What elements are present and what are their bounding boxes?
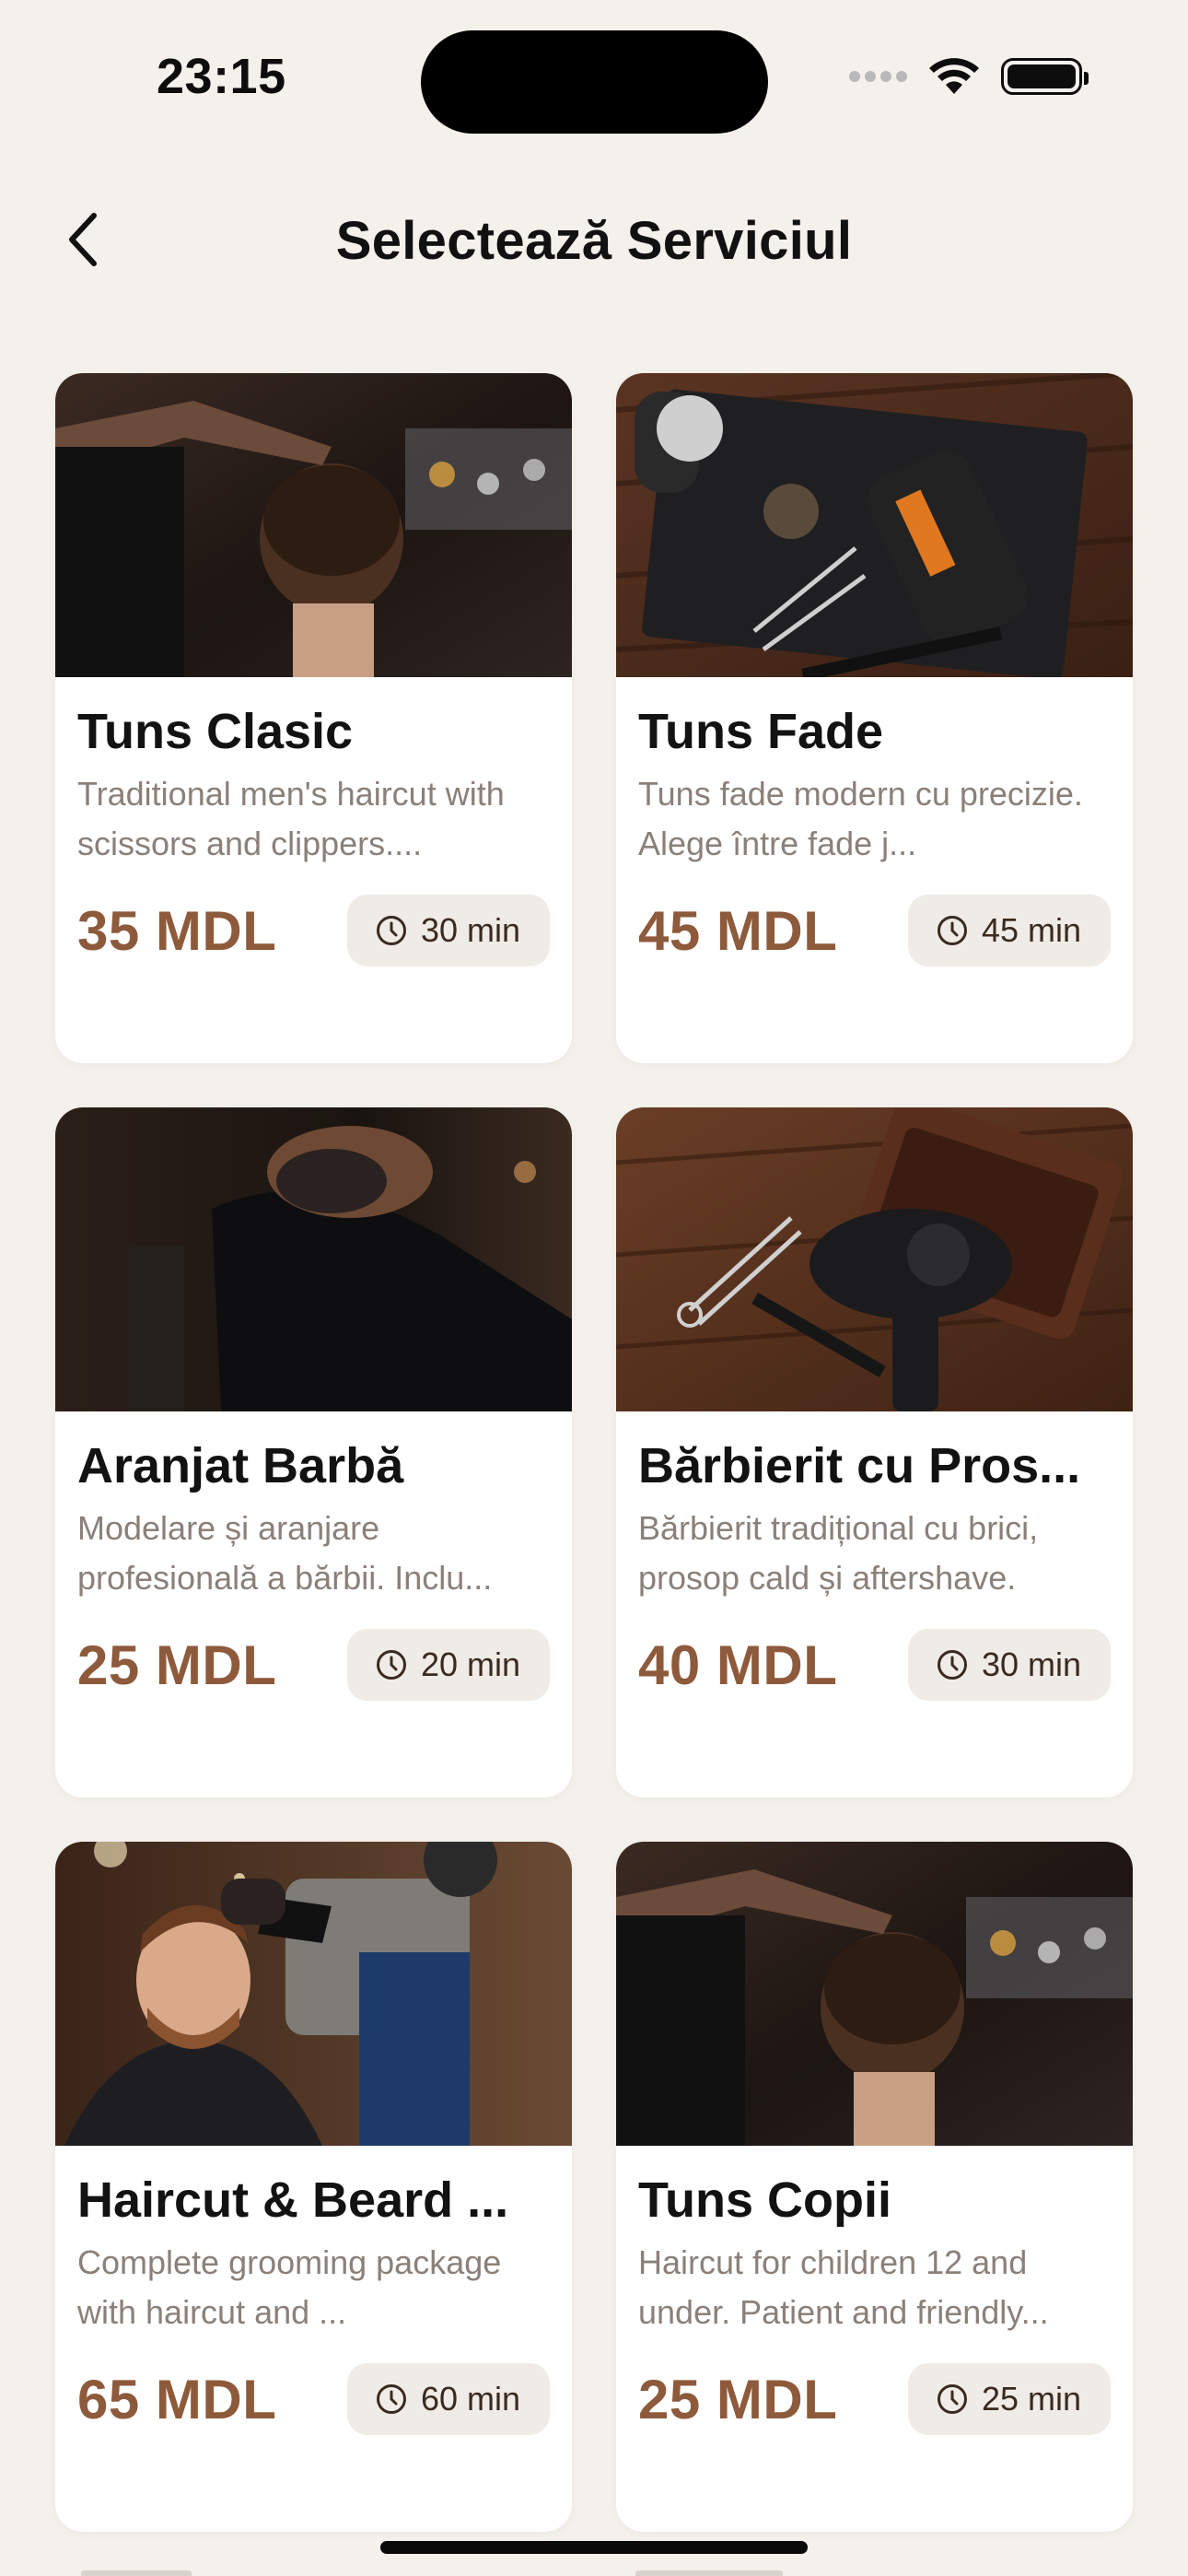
duration-badge: 60 min (346, 2363, 550, 2435)
home-indicator[interactable] (380, 2541, 808, 2554)
clock-icon (376, 1650, 406, 1680)
service-photo (55, 1107, 572, 1411)
service-title: Tuns Clasic (77, 704, 354, 759)
service-title: Aranjat Barbă (77, 1438, 404, 1493)
service-price: 65 MDL (77, 2368, 277, 2430)
duration-label: 45 min (981, 911, 1081, 949)
service-card[interactable]: Tuns Clasic Traditional men's haircut wi… (55, 373, 572, 1063)
service-card[interactable]: Aranjat Barbă Modelare și aranjare profe… (55, 1107, 572, 1797)
service-description: Modelare și aranjare profesională a bărb… (77, 1509, 493, 1597)
duration-label: 20 min (420, 1645, 520, 1683)
clock-icon (937, 2384, 967, 2414)
service-photo (616, 1842, 1133, 2146)
service-card[interactable]: Tuns Copii Haircut for children 12 and u… (616, 1842, 1133, 2532)
clock-icon (376, 916, 406, 945)
service-description: Traditional men's haircut with scissors … (77, 775, 505, 862)
service-description: Bărbierit tradițional cu brici, prosop c… (638, 1509, 1039, 1597)
next-card-peek (635, 2570, 783, 2576)
status-time: 23:15 (157, 49, 286, 104)
service-title: Tuns Fade (638, 704, 884, 759)
service-price: 25 MDL (638, 2368, 838, 2430)
service-photo (55, 373, 572, 677)
service-price: 35 MDL (77, 899, 277, 962)
service-title: Tuns Copii (638, 2172, 891, 2228)
page-title: Selectează Serviciul (335, 211, 853, 271)
duration-label: 60 min (420, 2380, 520, 2418)
service-price: 45 MDL (638, 899, 838, 962)
clock-icon (937, 1650, 967, 1680)
service-card[interactable]: Tuns Fade Tuns fade modern cu precizie. … (616, 373, 1133, 1063)
dynamic-island (421, 30, 768, 134)
status-icons (849, 57, 1089, 96)
status-bar: 23:15 (0, 0, 1188, 157)
clock-icon (937, 916, 967, 945)
service-grid: Tuns Clasic Traditional men's haircut wi… (55, 373, 1133, 2532)
next-card-peek (81, 2570, 192, 2576)
clock-icon (376, 2384, 406, 2414)
service-card[interactable]: Haircut & Beard ... Complete grooming pa… (55, 1842, 572, 2532)
service-description: Tuns fade modern cu precizie. Alege într… (638, 775, 1083, 862)
service-title: Bărbierit cu Pros... (638, 1438, 1081, 1493)
service-title: Haircut & Beard ... (77, 2172, 509, 2228)
header: Selectează Serviciul (0, 184, 1188, 295)
duration-badge: 20 min (346, 1629, 550, 1701)
service-price: 25 MDL (77, 1633, 277, 1696)
service-card[interactable]: Bărbierit cu Pros... Bărbierit tradițion… (616, 1107, 1133, 1797)
service-photo (55, 1842, 572, 2146)
duration-label: 30 min (981, 1645, 1081, 1683)
duration-badge: 25 min (907, 2363, 1111, 2435)
wifi-icon (929, 58, 979, 94)
duration-badge: 30 min (346, 895, 550, 966)
service-description: Haircut for children 12 and under. Patie… (638, 2243, 1049, 2331)
service-price: 40 MDL (638, 1633, 838, 1696)
service-photo (616, 1107, 1133, 1411)
service-photo (616, 373, 1133, 677)
service-description: Complete grooming package with haircut a… (77, 2243, 502, 2331)
duration-label: 30 min (420, 911, 520, 949)
battery-icon (1001, 58, 1089, 95)
cellular-signal-icon (849, 71, 907, 82)
duration-badge: 30 min (907, 1629, 1111, 1701)
duration-label: 25 min (981, 2380, 1081, 2418)
duration-badge: 45 min (907, 895, 1111, 966)
